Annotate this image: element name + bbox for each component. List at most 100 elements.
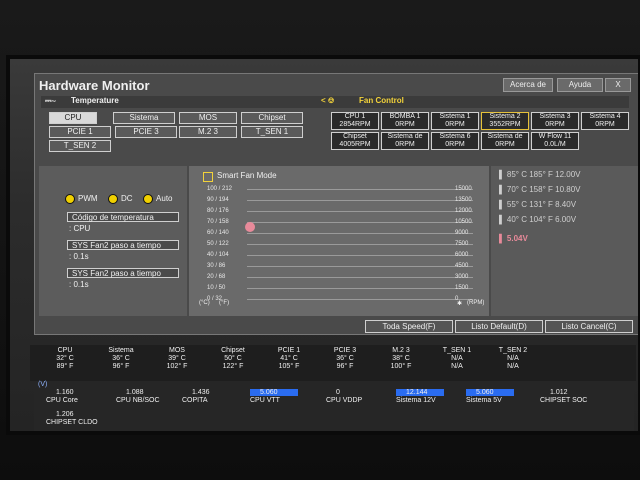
temp-btn-tsen2[interactable]: T_SEN 2: [49, 140, 111, 152]
fan-btn-sistema2[interactable]: Sistema 2 3552RPM: [481, 112, 529, 130]
grid-line: [247, 233, 473, 234]
fan-btn-bomba1[interactable]: BOMBA 1 0RPM: [381, 112, 429, 130]
temp-tick-label: 30 / 86: [207, 263, 226, 269]
auto-radio[interactable]: [143, 193, 154, 204]
temp-cpu: CPU 32° C 89° F: [56, 347, 74, 370]
temp-btn-m2-3[interactable]: M.2 3: [179, 126, 237, 138]
grid-line: [247, 222, 473, 223]
fan-btn-sistema-de-a[interactable]: Sistema de 0RPM: [381, 132, 429, 150]
temp-btn-pcie1[interactable]: PCIE 1: [49, 126, 111, 138]
readout-list: ▌ 85° C 185° F 12.00V ▌ 70° C 158° F 10.…: [499, 170, 638, 243]
fan-rpm-icon: ✱: [457, 301, 463, 307]
tab-about[interactable]: Acerca de: [503, 78, 553, 92]
temp-btn-chipset[interactable]: Chipset: [241, 112, 303, 124]
temp-tick-label: 20 / 68: [207, 274, 226, 280]
temp-btn-mos[interactable]: MOS: [179, 112, 237, 124]
voltage-value: 5.060: [260, 389, 278, 396]
fan-name: Sistema de: [487, 133, 523, 140]
fan-rpm: 4005RPM: [339, 141, 371, 148]
fan-curve-chart: Smart Fan Mode 100 / 212 90 / 194 80 / 176…: [189, 166, 489, 316]
fan-rpm: 0RPM: [395, 141, 415, 148]
voltage-label: CPU VDDP: [326, 397, 363, 404]
voltage-label: CHIPSET CLDO: [46, 419, 98, 426]
step-up-value: : 0.1s: [69, 252, 89, 261]
temp-chipset: Chipset 50° C 122° F: [221, 347, 245, 370]
temp-tick-label: 100 / 212: [207, 186, 233, 192]
step-down-button[interactable]: SYS Fan2 paso a tiempo: [67, 268, 179, 278]
dc-label: DC: [121, 194, 133, 204]
fan-rpm: 2854RPM: [339, 121, 371, 128]
temp-mos: MOS 39° C 102° F: [166, 347, 188, 370]
temp-tick-label: 70 / 158: [207, 219, 229, 225]
temp-btn-pcie3[interactable]: PCIE 3: [115, 126, 177, 138]
step-down-value: : 0.1s: [69, 280, 89, 289]
fan-mode-radios: PWM DC Auto: [65, 190, 179, 208]
temp-m2-3: M.2 3 38° C 100° F: [390, 347, 412, 370]
volt-unit: (V): [38, 381, 48, 388]
cancel-button[interactable]: Listo Cancel(C): [545, 320, 633, 333]
fan-rpm: 0.0L/M: [544, 141, 566, 148]
grid-line: [247, 277, 473, 278]
temp-btn-cpu[interactable]: CPU: [49, 112, 97, 124]
voltage-label: Sistema 5V: [466, 397, 502, 404]
section-bar: ⎓∼ Temperature < ⎊ Fan Control: [41, 96, 629, 108]
readout-row: ▌ 55° C 131° F 8.40V: [499, 200, 577, 209]
unit-fahrenheit: (°F): [219, 300, 230, 306]
readout-row: ▌ 70° C 158° F 10.80V: [499, 185, 581, 194]
fan-rpm: 0RPM: [395, 121, 415, 128]
section-fan-control-label[interactable]: Fan Control: [359, 96, 404, 105]
temperature-icon: ⎓∼: [45, 96, 56, 105]
fan-name: Sistema de: [387, 133, 423, 140]
close-button[interactable]: X: [605, 78, 631, 92]
voltage-label: COPITA: [182, 397, 208, 404]
dc-radio[interactable]: [108, 193, 119, 204]
fan-name: Sistema 6: [439, 133, 471, 140]
grid-line: [247, 266, 473, 267]
temp-btn-sistema[interactable]: Sistema: [113, 112, 175, 124]
fan-rpm: 3552RPM: [489, 121, 521, 128]
temp-sistema: Sistema 36° C 96° F: [108, 347, 134, 370]
fan-btn-sistema1[interactable]: Sistema 1 0RPM: [431, 112, 479, 130]
voltage-label: CHIPSET SOC: [540, 397, 588, 404]
voltage-label: Sistema 12V: [396, 397, 436, 404]
pwm-radio[interactable]: [65, 193, 75, 204]
fan-curve-point[interactable]: [245, 222, 255, 232]
default-button[interactable]: Listo Default(D): [455, 320, 543, 333]
fan-name: CPU 1: [344, 113, 366, 120]
voltage-value: 1.012: [550, 389, 568, 396]
fan-name: W Flow 11: [538, 133, 572, 140]
fan-btn-sistema4[interactable]: Sistema 4 0RPM: [581, 112, 629, 130]
temp-btn-tsen1[interactable]: T_SEN 1: [241, 126, 303, 138]
voltage-value: 5.060: [476, 389, 494, 396]
rpm-tick-label: 10500: [455, 219, 472, 225]
fan-rpm: 0RPM: [595, 121, 615, 128]
readout-row: ▌ 85° C 185° F 12.00V: [499, 170, 581, 179]
temp-tick-label: 80 / 176: [207, 208, 229, 214]
temp-source-value: : CPU: [69, 224, 91, 233]
rpm-tick-label: 9000: [455, 230, 469, 236]
smart-fan-checkbox[interactable]: [203, 172, 213, 182]
unit-rpm: (RPM): [467, 300, 485, 306]
temp-source-button[interactable]: Código de temperatura: [67, 212, 179, 222]
fan-btn-sistema6[interactable]: Sistema 6 0RPM: [431, 132, 479, 150]
grid-line: [247, 200, 473, 201]
fan-rpm: 0RPM: [445, 121, 465, 128]
temp-tick-label: 40 / 104: [207, 252, 229, 258]
readout-row: ▌ 40° C 104° F 6.00V: [499, 215, 577, 224]
fan-btn-sistema3[interactable]: Sistema 3 0RPM: [531, 112, 579, 130]
grid-line: [247, 255, 473, 256]
full-speed-button[interactable]: Toda Speed(F): [365, 320, 453, 333]
fan-btn-cpu1[interactable]: CPU 1 2854RPM: [331, 112, 379, 130]
voltage-readouts: (V) 1.160 CPU Core 1.088 CPU NB/SOC 1.436 COP…: [34, 381, 634, 431]
voltage-value: 0: [336, 389, 340, 396]
monitor: Hardware Monitor Acerca de Ayuda X ⎓∼ Te…: [6, 55, 640, 435]
voltage-value: 1.436: [192, 389, 210, 396]
temperature-readouts: CPU 32° C 89° F Sistema 36° C 96° F MOS 39° C…: [30, 345, 636, 381]
current-voltage: ▌ 5.04V: [499, 234, 528, 243]
fan-btn-sistema-de-b[interactable]: Sistema de 0RPM: [481, 132, 529, 150]
step-up-button[interactable]: SYS Fan2 paso a tiempo: [67, 240, 179, 250]
fan-btn-wflow11[interactable]: W Flow 11 0.0L/M: [531, 132, 579, 150]
fan-btn-chipset[interactable]: Chipset 4005RPM: [331, 132, 379, 150]
voltage-value: 1.206: [56, 411, 74, 418]
tab-help[interactable]: Ayuda: [557, 78, 603, 92]
